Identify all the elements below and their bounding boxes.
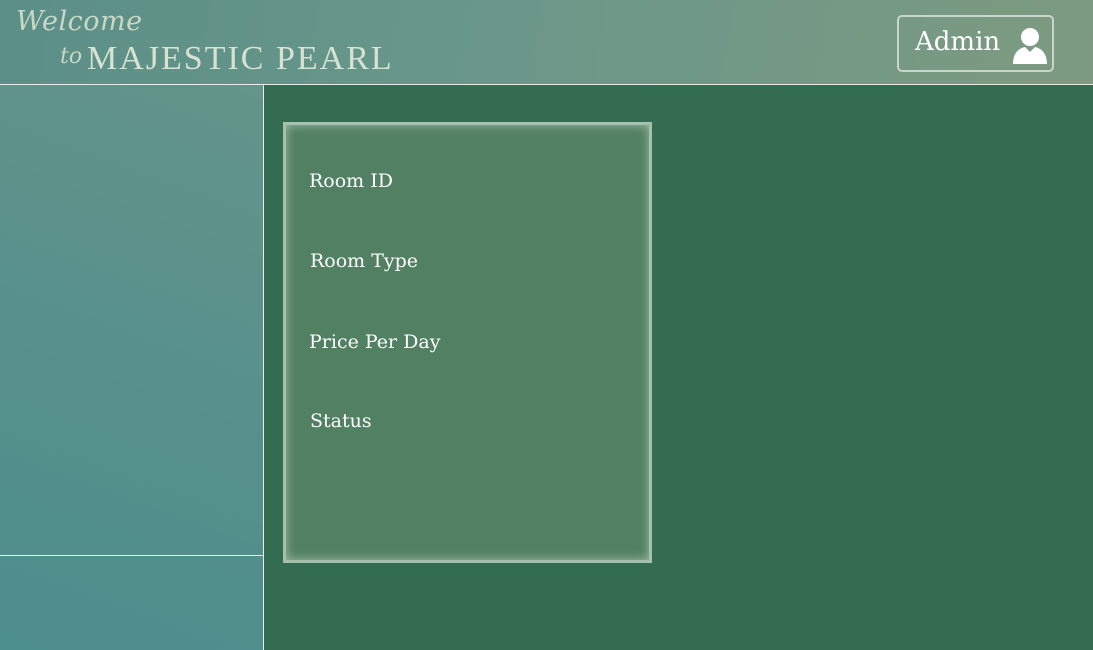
price-per-day-label: Price Per Day xyxy=(309,331,441,353)
hotel-name: MAJESTIC PEARL xyxy=(87,40,394,77)
welcome-text: Welcome xyxy=(16,6,143,37)
admin-label: Admin xyxy=(915,27,1001,57)
room-type-label: Room Type xyxy=(310,250,419,272)
admin-button[interactable]: Admin xyxy=(897,15,1054,72)
status-label: Status xyxy=(310,410,372,432)
welcome-to-text: to xyxy=(60,44,83,69)
sidebar xyxy=(0,85,264,650)
room-id-label: Room ID xyxy=(309,170,393,192)
sidebar-divider xyxy=(0,555,263,556)
top-header: Welcome to MAJESTIC PEARL Admin xyxy=(0,0,1093,85)
room-details-card: Room ID Room Type Price Per Day Status xyxy=(283,122,652,563)
user-icon xyxy=(1013,28,1047,64)
